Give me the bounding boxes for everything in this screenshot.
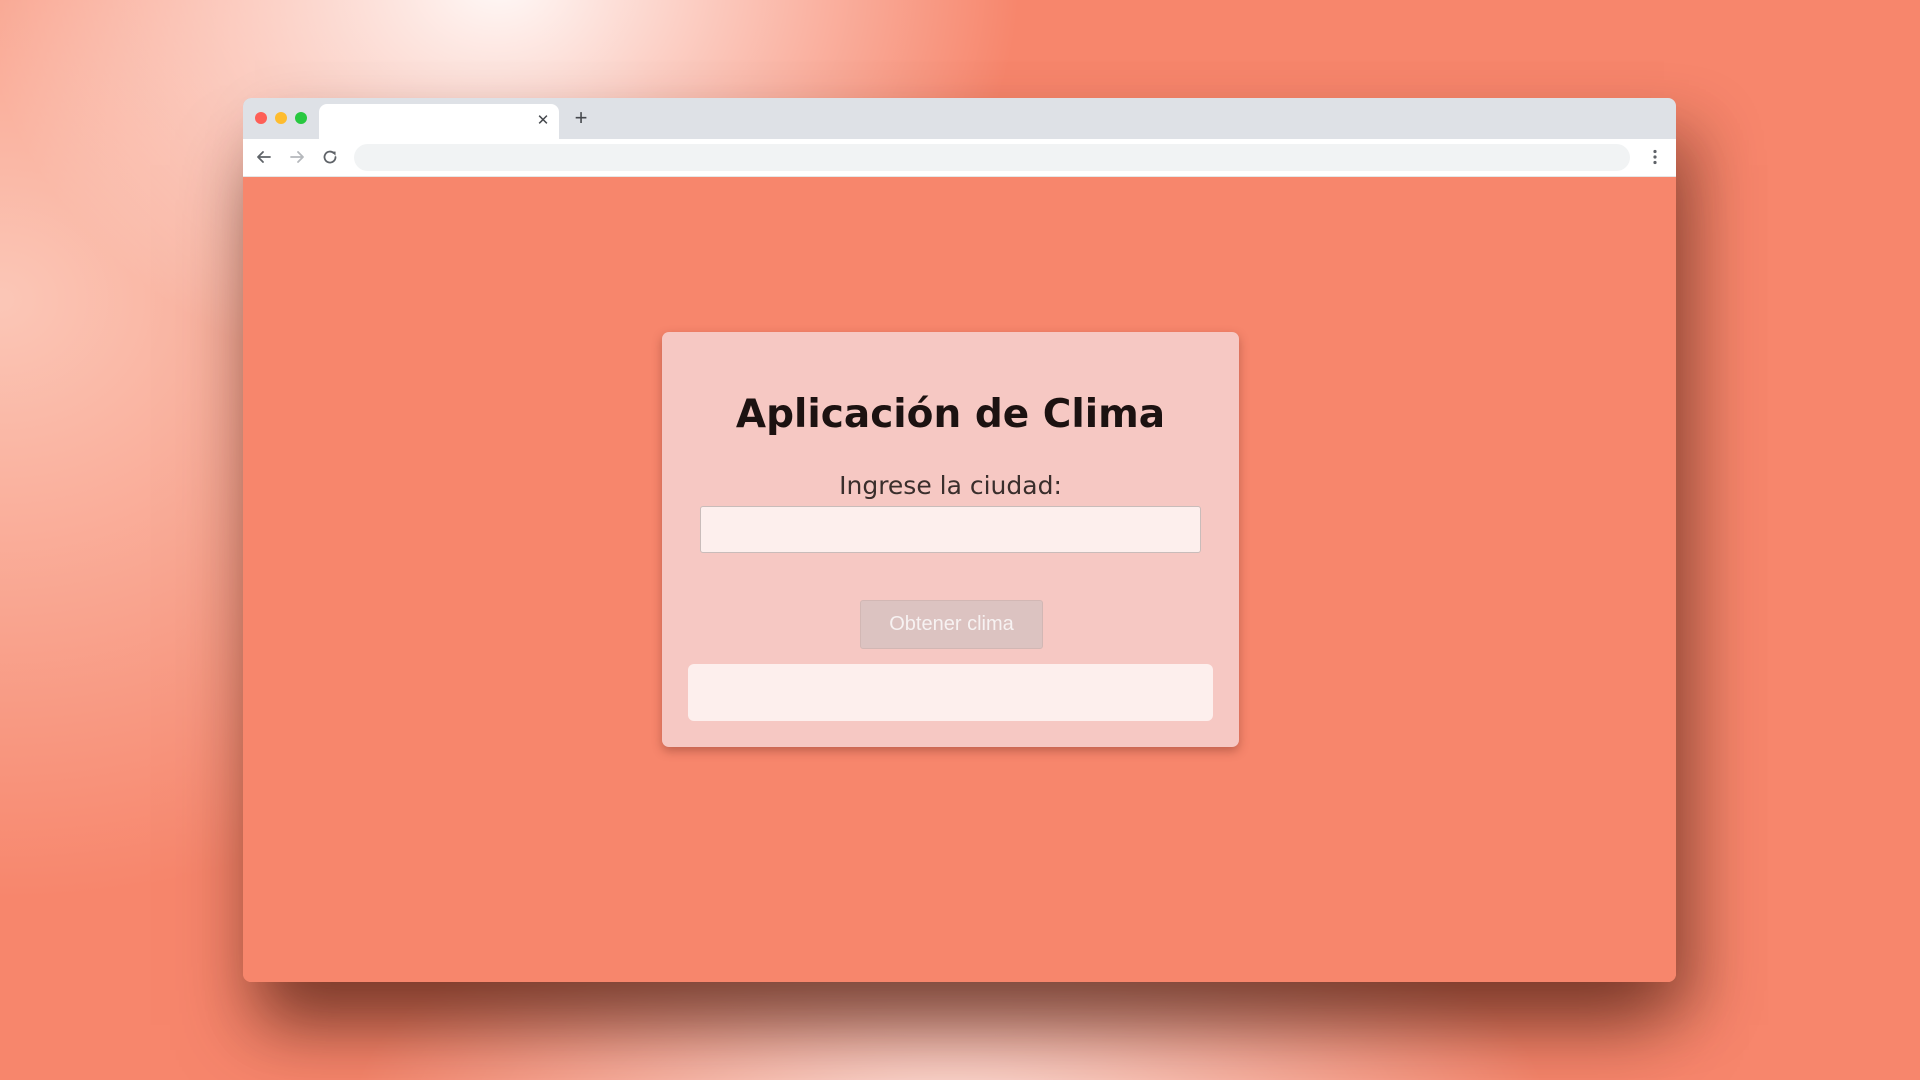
city-label: Ingrese la ciudad:: [839, 471, 1062, 500]
page-viewport: Aplicación de Clima Ingrese la ciudad: O…: [243, 177, 1676, 982]
arrow-left-icon[interactable]: [253, 146, 275, 168]
browser-toolbar: [243, 139, 1676, 177]
get-weather-button[interactable]: Obtener clima: [860, 600, 1043, 649]
window-maximize-button[interactable]: [295, 112, 307, 124]
arrow-right-icon[interactable]: [286, 146, 308, 168]
weather-result: [688, 664, 1213, 721]
plus-icon[interactable]: +: [570, 107, 592, 129]
weather-card: Aplicación de Clima Ingrese la ciudad: O…: [662, 332, 1239, 747]
window-minimize-button[interactable]: [275, 112, 287, 124]
city-input[interactable]: [700, 506, 1201, 553]
page-title: Aplicación de Clima: [735, 392, 1166, 437]
kebab-menu-icon[interactable]: [1644, 146, 1666, 168]
close-icon[interactable]: ✕: [535, 113, 551, 129]
window-close-button[interactable]: [255, 112, 267, 124]
browser-tab[interactable]: ✕: [319, 104, 559, 139]
window-controls: [255, 112, 307, 124]
browser-window: ✕ + Aplicación de Clima Ingrese la ciuda…: [243, 98, 1676, 982]
address-bar[interactable]: [354, 144, 1630, 171]
tab-strip: ✕ +: [243, 98, 1676, 139]
reload-icon[interactable]: [319, 146, 341, 168]
